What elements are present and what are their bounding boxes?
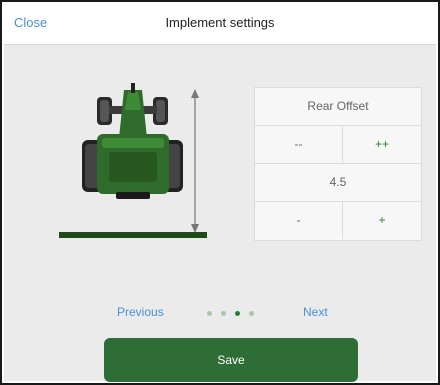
settings-content: Rear Offset -- ++ 4.5 - + Previous Next … — [4, 45, 436, 382]
save-button[interactable]: Save — [104, 338, 358, 382]
page-navigation: Previous Next — [4, 303, 436, 323]
rear-offset-panel: Rear Offset -- ++ 4.5 - + — [254, 87, 422, 241]
tractor-icon — [59, 83, 207, 238]
page-dot — [249, 311, 254, 316]
page-dot — [207, 311, 212, 316]
value-row: 4.5 — [255, 164, 421, 202]
small-decrement-button[interactable]: - — [255, 202, 343, 239]
big-step-row: -- ++ — [255, 126, 421, 164]
page-title: Implement settings — [165, 15, 275, 30]
offset-title: Rear Offset — [307, 99, 369, 113]
navigation-bar: Close Implement settings — [4, 4, 436, 45]
tractor-diagram — [54, 80, 214, 240]
offset-value: 4.5 — [329, 175, 347, 189]
app-window: Close Implement settings Rear Offset -- … — [0, 0, 440, 385]
previous-button[interactable]: Previous — [117, 305, 164, 319]
page-dot — [221, 311, 226, 316]
small-step-row: - + — [255, 202, 421, 239]
next-button[interactable]: Next — [303, 305, 328, 319]
big-increment-button[interactable]: ++ — [343, 126, 421, 163]
offset-title-row: Rear Offset — [255, 88, 421, 126]
small-increment-button[interactable]: + — [343, 202, 421, 239]
big-decrement-button[interactable]: -- — [255, 126, 343, 163]
page-dot-active — [235, 311, 240, 316]
